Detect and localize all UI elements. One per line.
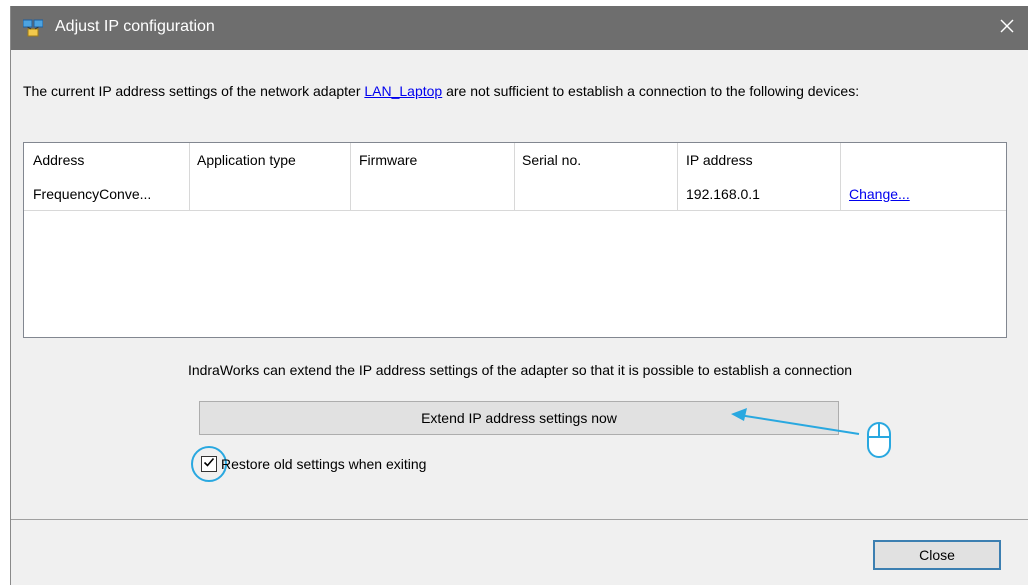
row-divider: [24, 210, 1006, 211]
cell-firmware: [359, 177, 509, 211]
intro-text: The current IP address settings of the n…: [23, 82, 1013, 100]
checkmark-icon: [203, 455, 215, 473]
adapter-link[interactable]: LAN_Laptop: [364, 83, 442, 99]
column-header-serial-no[interactable]: Serial no.: [522, 143, 672, 177]
cell-application-type: [197, 177, 347, 211]
restore-settings-checkbox[interactable]: [201, 456, 217, 472]
window-title: Adjust IP configuration: [55, 18, 215, 35]
cell-serial-no: [522, 177, 672, 211]
extend-ip-settings-button[interactable]: Extend IP address settings now: [199, 401, 839, 435]
cell-ip-address: 192.168.0.1: [686, 186, 760, 202]
network-adapter-icon: [22, 19, 44, 37]
footer-divider: [11, 519, 1028, 520]
close-button[interactable]: Close: [873, 540, 1001, 570]
restore-settings-label[interactable]: Restore old settings when exiting: [221, 456, 426, 472]
title-bar[interactable]: Adjust IP configuration: [11, 6, 1028, 50]
intro-text-after: are not sufficient to establish a connec…: [442, 83, 860, 99]
mouse-icon: [867, 422, 891, 458]
info-text: IndraWorks can extend the IP address set…: [187, 362, 853, 378]
close-icon: [1000, 19, 1014, 38]
devices-table[interactable]: Address Application type Firmware Serial…: [23, 142, 1007, 338]
column-header-application-type[interactable]: Application type: [197, 143, 347, 177]
intro-text-before: The current IP address settings of the n…: [23, 83, 365, 99]
column-header-address[interactable]: Address: [33, 143, 183, 177]
dialog-window: Adjust IP configuration The current IP a…: [10, 6, 1028, 585]
change-link[interactable]: Change...: [849, 186, 910, 202]
column-header-ip-address[interactable]: IP address: [686, 143, 836, 177]
window-close-button[interactable]: [985, 6, 1028, 50]
column-header-action: [849, 143, 999, 177]
cell-address: FrequencyConve...: [33, 186, 152, 202]
cell-action: Change...: [849, 177, 999, 211]
restore-settings-option[interactable]: Restore old settings when exiting: [191, 446, 426, 482]
column-header-firmware[interactable]: Firmware: [359, 143, 509, 177]
